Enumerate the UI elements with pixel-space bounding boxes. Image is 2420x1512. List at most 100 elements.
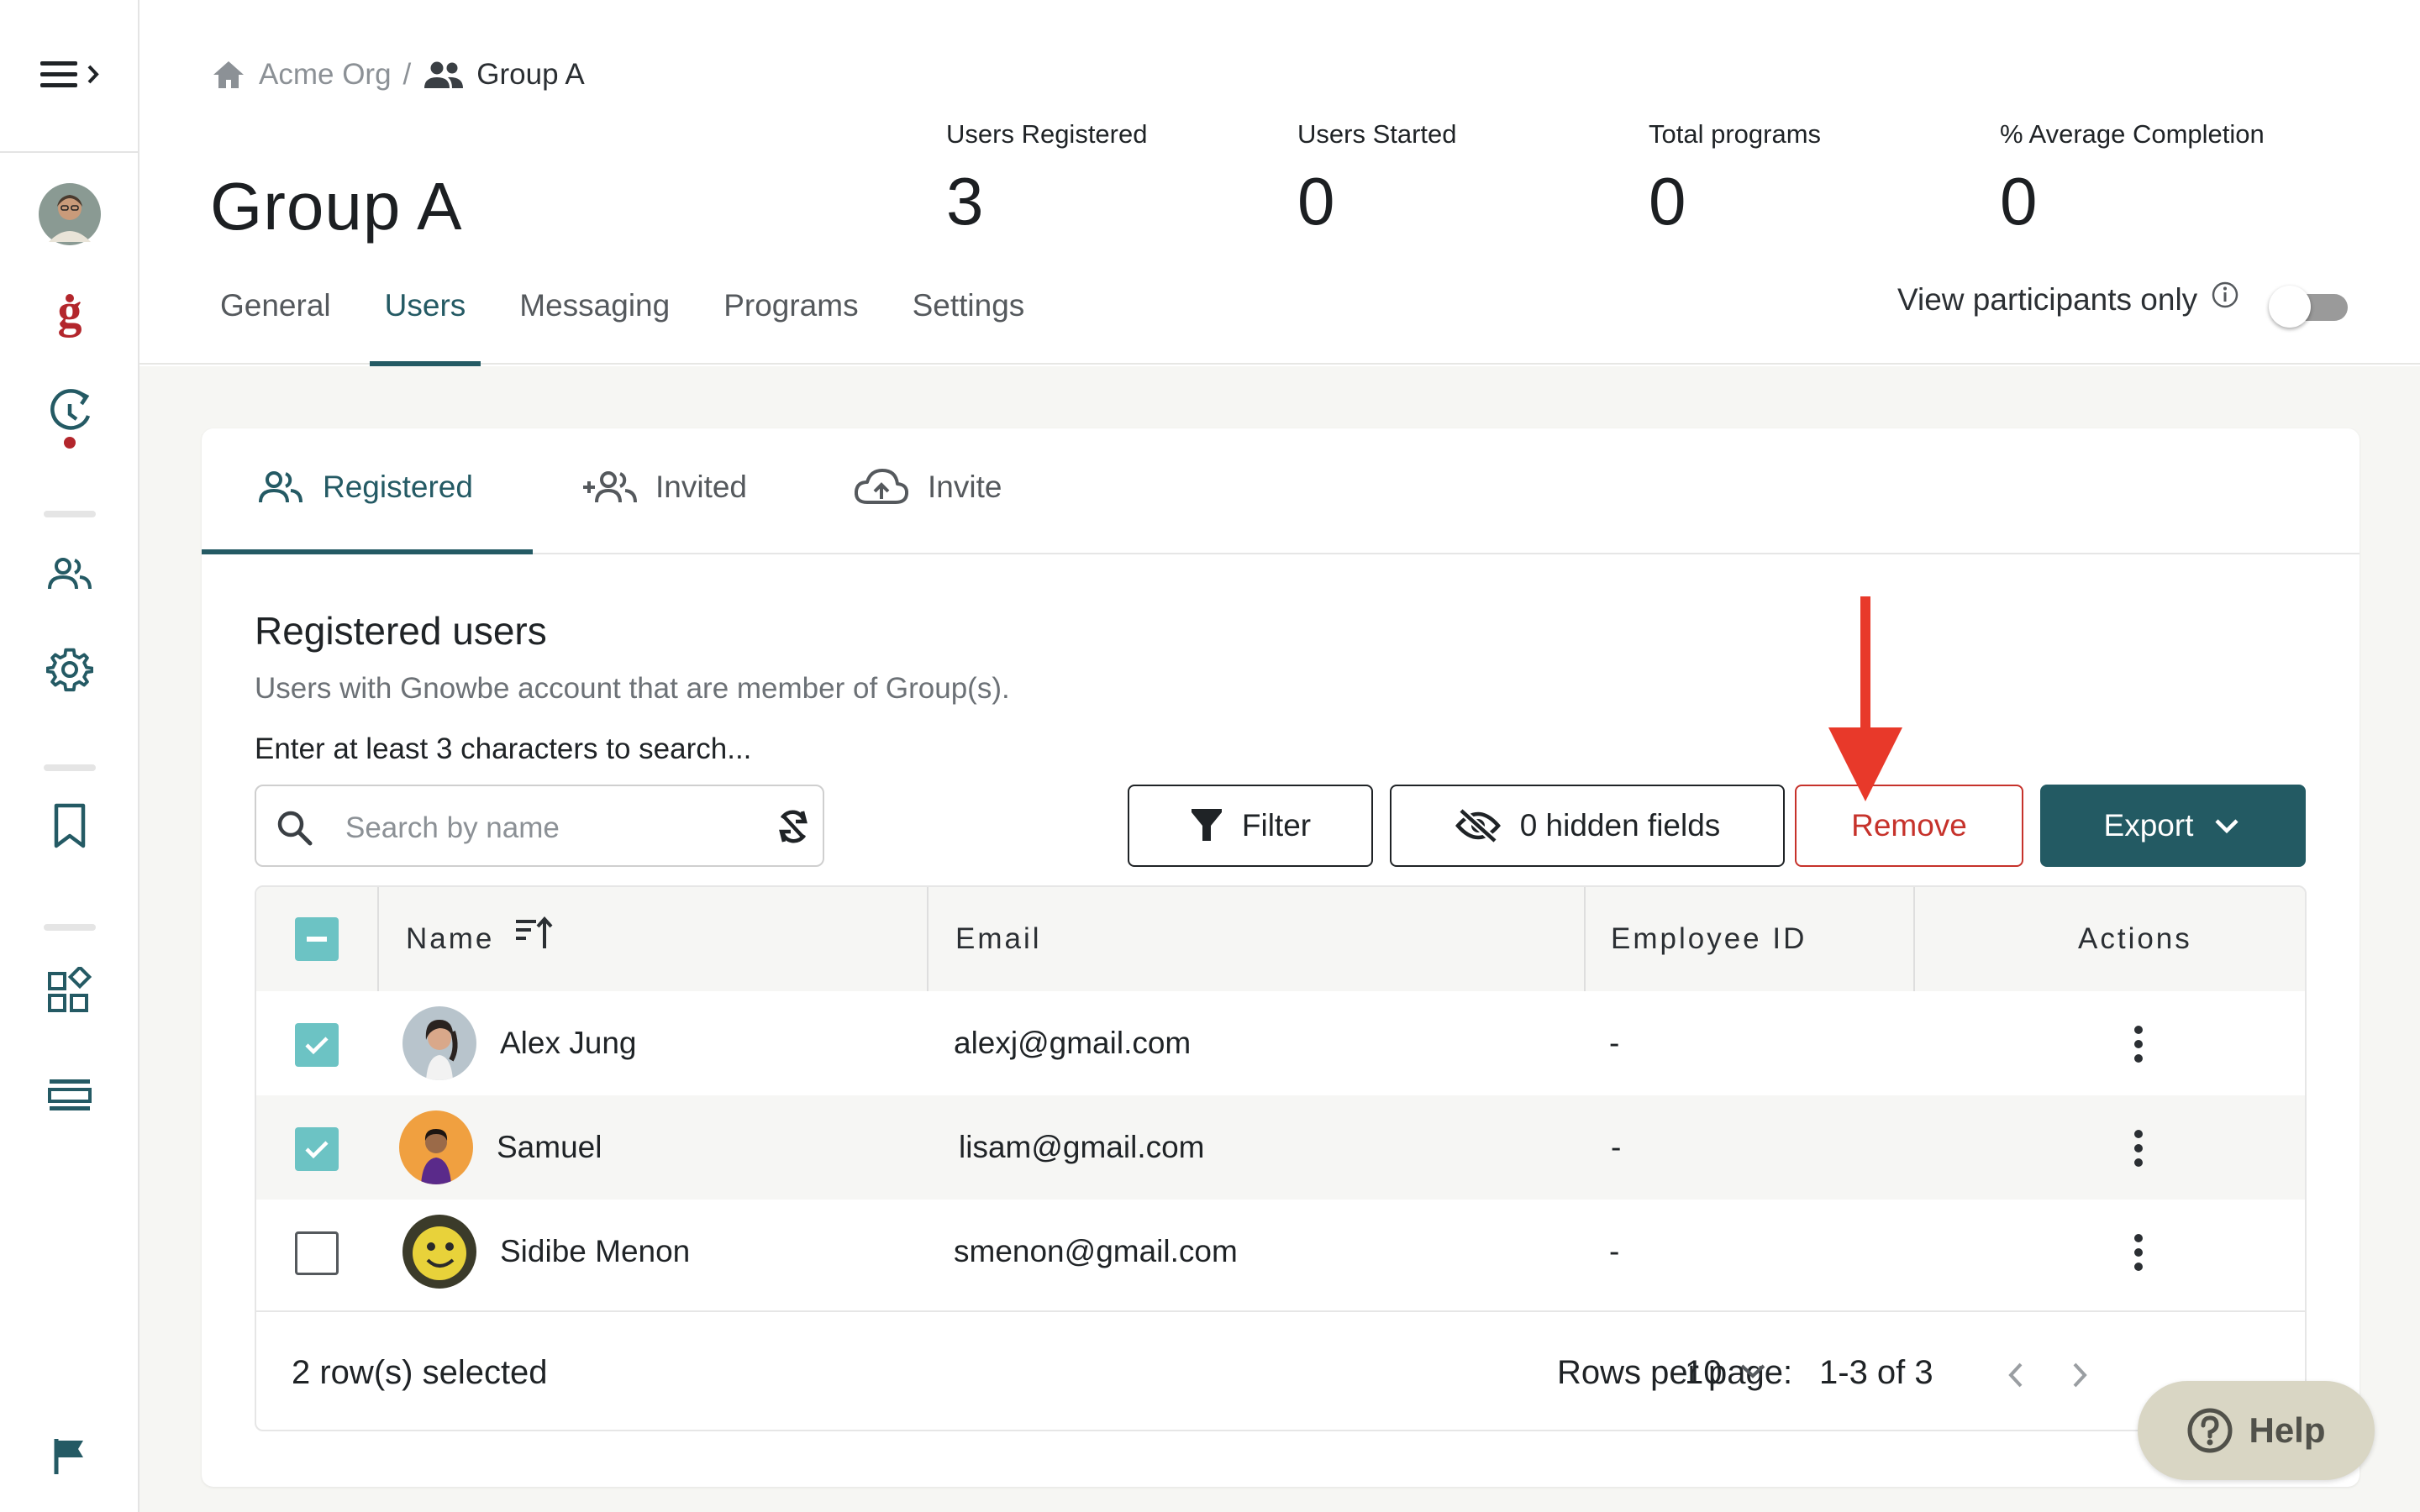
table-row[interactable]: Sidibe Menon smenon@gmail.com - <box>256 1200 2305 1304</box>
more-vertical-icon[interactable] <box>2122 1023 2155 1065</box>
bookmarks-button[interactable] <box>34 790 106 862</box>
expand-menu-button[interactable] <box>30 39 111 111</box>
stat-value: 0 <box>1297 164 1335 239</box>
table-header: Name Email Employee ID Actions <box>256 887 2305 991</box>
settings-button[interactable] <box>34 633 106 706</box>
check-icon <box>305 1037 329 1055</box>
group-tabs: General Users Messaging Programs Setting… <box>202 277 1060 366</box>
page-title: Group A <box>210 169 463 244</box>
info-icon[interactable] <box>2211 281 2239 309</box>
breadcrumb-current: Group A <box>476 58 585 91</box>
dashboard-button[interactable] <box>34 954 106 1026</box>
tab-messaging[interactable]: Messaging <box>501 277 688 365</box>
column-divider <box>927 887 929 991</box>
chevron-left-icon[interactable] <box>2004 1359 2028 1391</box>
flag-icon <box>54 1439 83 1474</box>
stat-users-registered: Users Registered 3 <box>946 119 1147 235</box>
tab-users[interactable]: Users <box>366 277 485 366</box>
report-button[interactable] <box>34 1420 106 1492</box>
participants-toggle[interactable] <box>2269 286 2349 328</box>
row-checkbox[interactable] <box>295 1023 339 1067</box>
export-label: Export <box>2103 808 2194 843</box>
users-table: Name Email Employee ID Actions Alex Jung… <box>255 885 2307 1431</box>
subtab-label: Registered <box>323 470 473 504</box>
avatar <box>402 1006 476 1080</box>
chevron-down-icon[interactable] <box>1737 1361 1769 1381</box>
profile-avatar[interactable] <box>34 178 106 250</box>
selection-summary: 2 row(s) selected <box>292 1354 548 1391</box>
minus-icon <box>307 937 327 942</box>
column-header-employee-id[interactable]: Employee ID <box>1611 887 1807 991</box>
subtab-registered[interactable]: Registered <box>257 428 473 554</box>
annotation-arrow-icon <box>1828 596 1902 801</box>
stat-value: 0 <box>1649 164 1686 239</box>
row-checkbox[interactable] <box>295 1231 339 1275</box>
row-email: smenon@gmail.com <box>954 1234 1238 1268</box>
stat-value: 0 <box>2000 164 2038 239</box>
export-button[interactable]: Export <box>2040 785 2306 867</box>
row-employee-id: - <box>1609 1234 1620 1268</box>
table-row[interactable]: Samuel lisam@gmail.com - <box>256 1095 2305 1200</box>
breadcrumb-root[interactable]: Acme Org <box>259 58 392 92</box>
filter-button[interactable]: Filter <box>1128 785 1373 867</box>
activity-button[interactable] <box>34 383 106 455</box>
chevron-right-icon[interactable] <box>2068 1359 2091 1391</box>
row-checkbox[interactable] <box>295 1127 339 1171</box>
column-divider <box>1584 887 1586 991</box>
active-subtab-indicator <box>202 549 533 554</box>
remove-label: Remove <box>1851 808 1967 843</box>
gear-icon <box>46 648 93 692</box>
side-rail: g <box>0 0 139 1512</box>
groups-button[interactable] <box>34 538 106 610</box>
history-clock-icon <box>50 389 91 449</box>
row-email: alexj@gmail.com <box>954 1026 1192 1060</box>
search-hint: Enter at least 3 characters to search... <box>255 732 752 765</box>
breadcrumb-separator: / <box>402 58 412 91</box>
help-label: Help <box>2249 1410 2326 1450</box>
more-vertical-icon[interactable] <box>2122 1231 2155 1273</box>
avatar <box>402 1215 476 1289</box>
tab-general[interactable]: General <box>202 277 350 365</box>
search-icon <box>277 811 313 846</box>
hidden-fields-button[interactable]: 0 hidden fields <box>1390 785 1785 867</box>
column-header-email[interactable]: Email <box>955 887 1042 991</box>
subtab-invited[interactable]: Invited <box>581 428 747 554</box>
row-employee-id: - <box>1609 1026 1620 1060</box>
tab-settings[interactable]: Settings <box>894 277 1044 365</box>
subtab-invite[interactable]: Invite <box>854 428 1002 554</box>
people-icon <box>259 471 302 503</box>
column-header-name[interactable]: Name <box>406 887 555 991</box>
rail-divider <box>44 924 96 931</box>
rail-header <box>0 0 139 153</box>
refresh-icon[interactable] <box>774 806 813 847</box>
list-view-button[interactable] <box>34 1058 106 1131</box>
filter-label: Filter <box>1241 808 1312 843</box>
help-button[interactable]: Help <box>2138 1381 2375 1480</box>
stat-label: Users Registered <box>946 119 1148 149</box>
stat-label: Total programs <box>1649 119 1822 149</box>
gnowbe-home-button[interactable]: g <box>34 282 106 354</box>
check-icon <box>305 1141 329 1159</box>
table-footer: 2 row(s) selected Rows per page: 10 1-3 … <box>256 1310 2305 1430</box>
search-placeholder: Search by name <box>345 811 560 844</box>
home-icon[interactable] <box>210 58 247 92</box>
select-all-checkbox[interactable] <box>295 917 339 961</box>
stat-users-started: Users Started 0 <box>1297 119 1457 235</box>
section-title: Registered users <box>255 609 547 653</box>
eye-off-icon <box>1455 807 1501 844</box>
tab-programs[interactable]: Programs <box>705 277 876 365</box>
table-row[interactable]: Alex Jung alexj@gmail.com - <box>256 991 2305 1095</box>
stat-total-programs: Total programs 0 <box>1649 119 1821 235</box>
sort-ascending-icon[interactable] <box>514 915 555 952</box>
column-label: Name <box>406 922 495 955</box>
people-icon <box>48 558 92 590</box>
list-icon <box>48 1079 92 1110</box>
rows-per-page-select[interactable]: 10 <box>1685 1354 1723 1392</box>
stat-label: % Average Completion <box>2000 119 2265 149</box>
toggle-knob <box>2269 286 2311 328</box>
row-email: lisam@gmail.com <box>959 1130 1205 1164</box>
funnel-icon <box>1191 809 1222 841</box>
breadcrumb: Acme Org / Group A <box>210 55 585 94</box>
search-input[interactable]: Search by name <box>255 785 824 867</box>
more-vertical-icon[interactable] <box>2122 1127 2155 1169</box>
